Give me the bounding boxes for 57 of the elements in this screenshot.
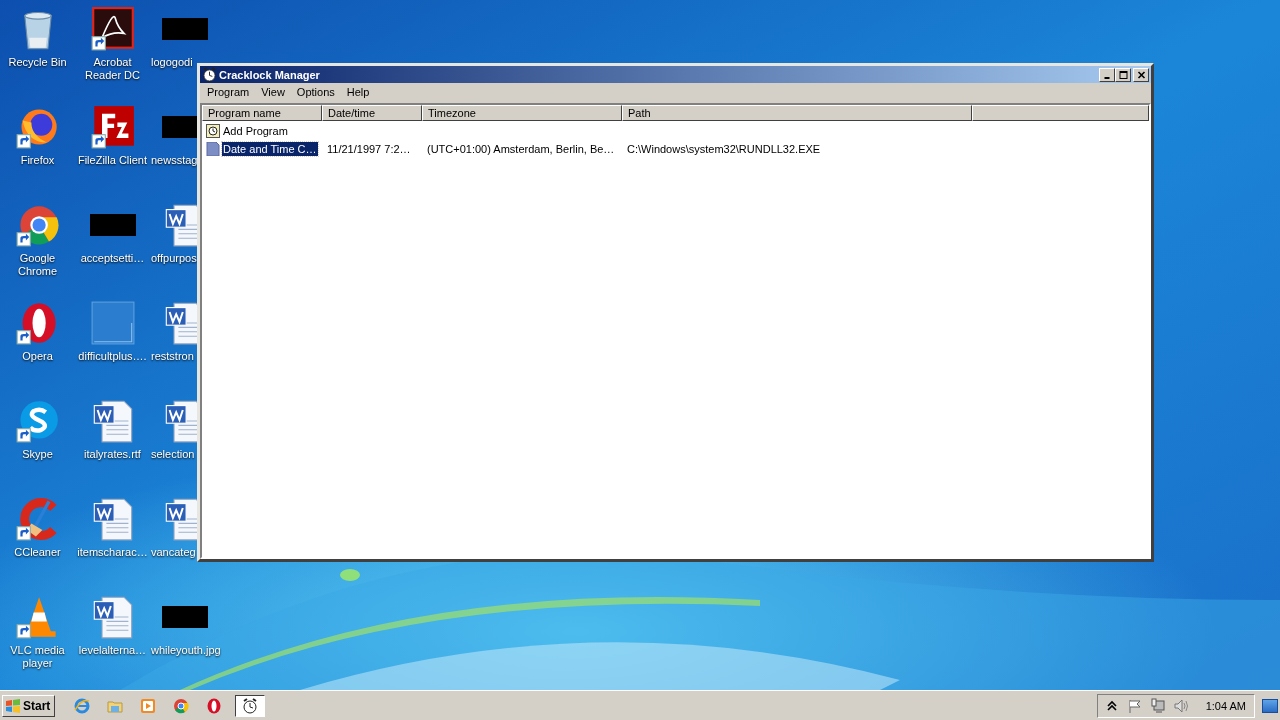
desktop-icon-label[interactable]: selection [151,448,195,461]
windows-logo-icon [5,697,21,714]
clock-icon [242,697,259,714]
desktop-icon-label[interactable]: acceptsetti… [80,252,145,265]
chrome-icon [173,697,190,714]
flag-icon[interactable] [1126,697,1143,714]
network-icon[interactable] [1149,697,1166,714]
maximize-button[interactable] [1115,67,1131,82]
show-desktop-button[interactable] [1262,698,1278,713]
desktop-icon-label[interactable]: newsstag [151,154,198,167]
minimize-button[interactable] [1099,67,1115,82]
clock-icon [202,67,217,82]
file-icon [206,141,220,156]
desktop-icon-label[interactable]: FileZilla Client [77,154,148,167]
desktop-icon-label[interactable]: Opera [22,350,53,363]
opera-icon [206,697,223,714]
internet-explorer-icon [74,697,91,714]
menu-item[interactable]: View [255,86,291,98]
desktop-icon-label[interactable]: VLC media player [0,644,75,670]
desktop-icon-label[interactable]: reststron [151,350,194,363]
desktop-icon-label[interactable]: Recycle Bin [8,56,67,69]
column-header[interactable]: Date/time [322,105,422,121]
menu-item[interactable]: Options [290,86,341,98]
desktop-icon-label[interactable]: itemscharac… [77,546,148,559]
desktop-icon-label[interactable]: CCleaner [14,546,61,559]
minimize-icon [1104,76,1110,79]
clock-icon [206,123,220,138]
list-item[interactable]: Add Program [222,123,289,138]
desktop-icon-label[interactable]: Acrobat Reader DC [75,56,150,82]
start-button[interactable]: Start [2,694,56,717]
menu-item[interactable]: Program [201,86,256,98]
table-cell-text: (UTC+01:00) Amsterdam, Berlin, Be… [426,142,616,155]
speaker-icon[interactable] [1172,697,1189,714]
taskbar-button[interactable] [235,694,266,717]
desktop-icon-label[interactable]: vancateg [151,546,196,559]
column-header[interactable]: Timezone [422,105,622,121]
desktop-icon-label[interactable]: difficultplus…. [78,350,147,363]
close-icon [1136,70,1146,79]
menu-item[interactable]: Help [340,86,376,98]
desktop-icon-label[interactable]: italyrates.rtf [84,448,141,461]
play-icon [140,697,157,714]
column-header[interactable]: Program name [202,105,322,121]
close-button[interactable] [1133,67,1149,82]
table-cell-text: 11/21/1997 7:2… [326,142,412,155]
desktop-icon-label[interactable]: Skype [22,448,53,461]
list-item[interactable]: Date and Time C… [222,141,318,156]
clock-text: 1:04 AM [1205,699,1246,712]
desktop-icon-label[interactable]: Firefox [20,154,55,167]
column-header[interactable] [972,105,1149,121]
table-cell-text: C:\Windows\system32\RUNDLL32.EXE [626,142,822,155]
desktop-icon-label[interactable]: levelalterna… [78,644,147,657]
desktop-icon-label[interactable]: offpurpos [151,252,197,265]
window-title: Cracklock Manager [219,68,321,81]
desktop-icon-label[interactable]: Google Chrome [0,252,75,278]
maximize-icon [1118,70,1128,79]
column-header[interactable]: Path [622,105,972,121]
desktop-icon-label[interactable]: logogodi [151,56,193,69]
